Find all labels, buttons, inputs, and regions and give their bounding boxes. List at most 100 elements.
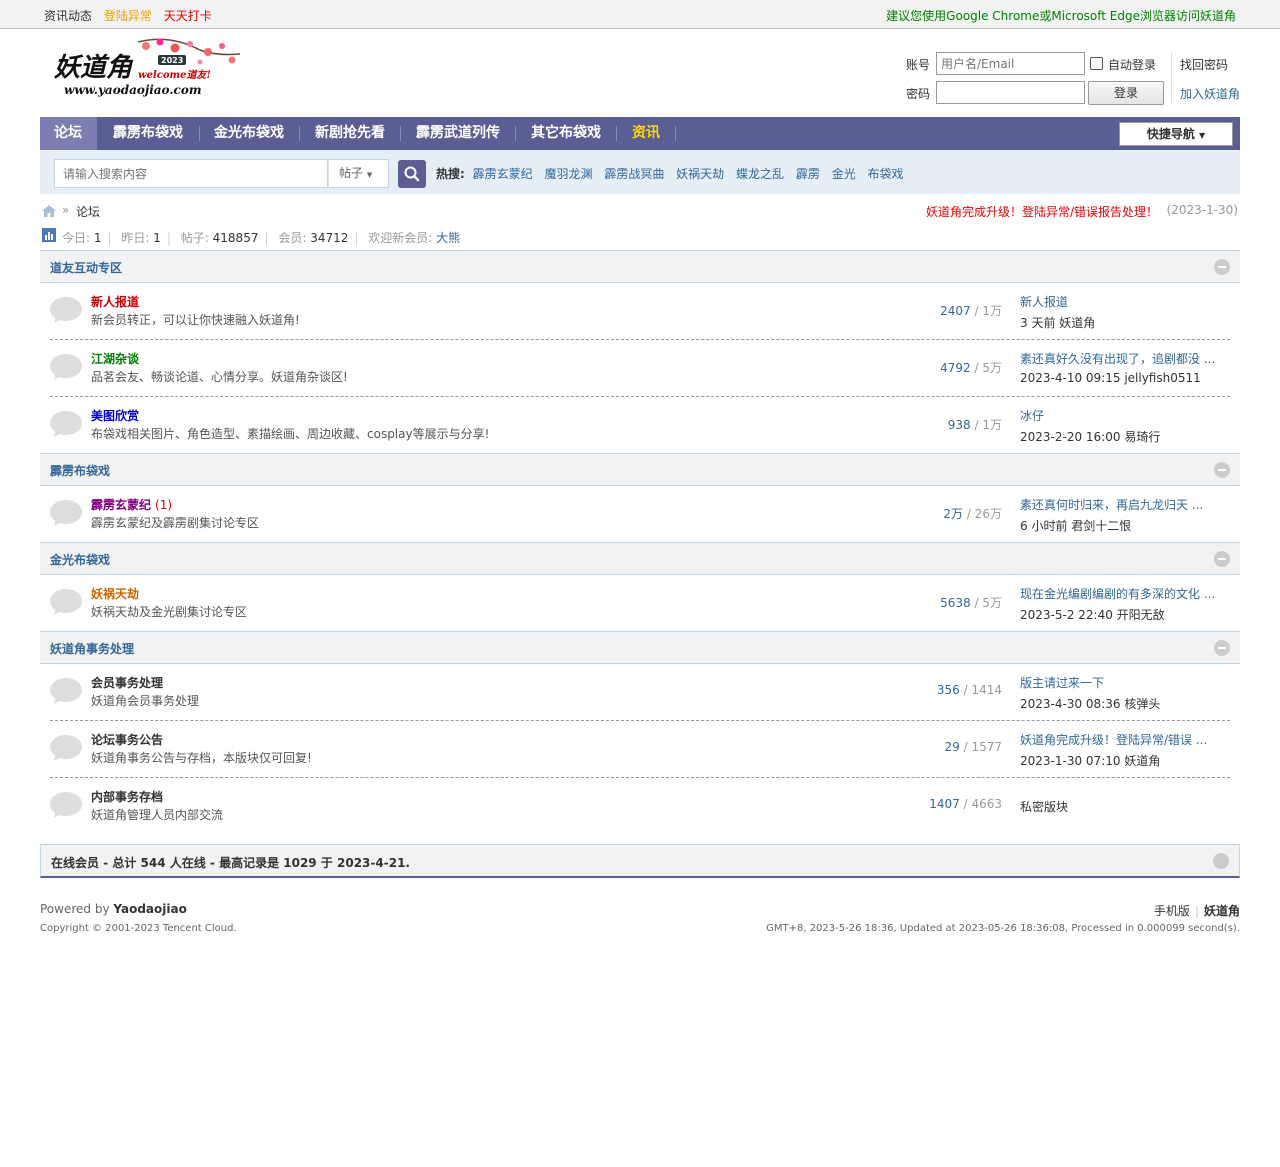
announcement-date: (2023-1-30) <box>1166 203 1238 217</box>
last-post-title[interactable]: 素还真何时归来，再启九龙归天 ... <box>1020 496 1230 513</box>
hot-link[interactable]: 布袋戏 <box>868 167 904 181</box>
last-post-meta[interactable]: 2023-2-20 16:00 易琦行 <box>1020 428 1230 445</box>
search-button[interactable] <box>398 160 426 188</box>
forum-name[interactable]: 新人报道 <box>91 293 139 310</box>
last-post-meta[interactable]: 2023-4-10 09:15 jellyfish0511 <box>1020 371 1230 385</box>
breadcrumb-current[interactable]: 论坛 <box>76 203 100 220</box>
mobile-link[interactable]: 手机版 <box>1154 904 1190 918</box>
password-input[interactable] <box>936 81 1085 104</box>
hot-link[interactable]: 霹雳 <box>796 167 820 181</box>
forum-bubble-icon <box>50 678 82 704</box>
nav-item-news[interactable]: 资讯 <box>618 117 674 150</box>
login-button[interactable]: 登录 <box>1088 81 1164 105</box>
private-forum-label: 私密版块 <box>1020 800 1069 814</box>
last-post-meta[interactable]: 2023-5-2 22:40 开阳无敌 <box>1020 606 1230 623</box>
forum-name[interactable]: 论坛事务公告 <box>91 731 163 748</box>
find-password-link[interactable]: 找回密码 <box>1180 56 1228 73</box>
collapse-icon[interactable] <box>1214 462 1230 478</box>
stats-chart-icon[interactable] <box>42 228 56 242</box>
top-link-news[interactable]: 资讯动态 <box>44 9 92 23</box>
search-input[interactable] <box>54 159 328 188</box>
collapse-icon[interactable] <box>1214 259 1230 275</box>
login-separator <box>1171 52 1172 102</box>
account-input[interactable] <box>936 52 1085 75</box>
post-count: 1万 <box>982 304 1002 318</box>
last-post-title[interactable]: 现在金光编剧编剧的有多深的文化 ... <box>1020 585 1230 602</box>
section-header-interaction: 道友互动专区 <box>40 250 1240 283</box>
auto-login-label[interactable]: 自动登录 <box>1108 56 1156 73</box>
forum-description: 妖道角事务公告与存档，本版块仅可回复! <box>91 751 312 765</box>
forum-counts: 4792 / 5万 <box>940 361 1002 375</box>
newest-member-link[interactable]: 大熊 <box>436 231 460 245</box>
hot-link[interactable]: 金光 <box>832 167 856 181</box>
nav-item-other[interactable]: 其它布袋戏 <box>517 117 615 150</box>
collapse-icon[interactable] <box>1214 640 1230 656</box>
nav-divider <box>675 126 676 141</box>
section-title[interactable]: 霹雳布袋戏 <box>50 462 110 479</box>
forum-description: 妖祸天劫及金光剧集讨论专区 <box>91 605 248 619</box>
forum-name[interactable]: 美图欣赏 <box>91 407 139 424</box>
nav-divider <box>616 126 617 141</box>
forum-description: 霹雳玄蒙纪及霹雳剧集讨论专区 <box>91 516 260 530</box>
forum-name[interactable]: 霹雳玄蒙纪 <box>91 498 151 512</box>
forum-name[interactable]: 江湖杂谈 <box>91 350 139 367</box>
forum-name[interactable]: 妖祸天劫 <box>91 585 139 602</box>
auto-login-checkbox[interactable] <box>1090 57 1103 70</box>
hot-link[interactable]: 妖祸天劫 <box>676 167 724 181</box>
last-post-title[interactable]: 妖道角完成升级！登陆异常/错误 ... <box>1020 731 1230 748</box>
forum-name[interactable]: 内部事务存档 <box>91 788 163 805</box>
quick-nav-button[interactable]: 快捷导航 ▼ <box>1119 122 1233 146</box>
join-link[interactable]: 加入妖道角 <box>1180 85 1240 102</box>
thread-count: 29 <box>944 740 960 754</box>
last-post-title[interactable]: 新人报道 <box>1020 293 1230 310</box>
forum-counts: 5638 / 5万 <box>940 596 1002 610</box>
last-post-title[interactable]: 冰仔 <box>1020 407 1230 424</box>
password-label: 密码 <box>906 87 931 101</box>
nav-item-jinguang[interactable]: 金光布袋戏 <box>200 117 298 150</box>
last-post: 新人报道 3 天前 妖道角 <box>1020 293 1230 331</box>
search-icon <box>404 166 420 182</box>
hot-link[interactable]: 魔羽龙渊 <box>544 167 592 181</box>
post-count: 1414 <box>971 683 1002 697</box>
site-logo[interactable]: 妖道角 2023 welcome道友! www.yaodaojiao.com <box>50 36 245 106</box>
top-link-checkin[interactable]: 天天打卡 <box>164 9 212 23</box>
collapse-icon[interactable] <box>1214 551 1230 567</box>
nav-item-wudao[interactable]: 霹雳武道列传 <box>402 117 514 150</box>
search-type-select[interactable]: 帖子 ▼ <box>328 159 389 188</box>
last-post-meta[interactable]: 2023-1-30 07:10 妖道角 <box>1020 752 1230 769</box>
nav-item-pili[interactable]: 霹雳布袋戏 <box>99 117 197 150</box>
site-link[interactable]: 妖道角 <box>1204 904 1240 918</box>
expand-icon[interactable] <box>1213 853 1229 869</box>
login-form: 账号 自动登录 密码 登录 找回密码 加入妖道角 <box>906 52 1246 108</box>
last-post-meta[interactable]: 3 天前 妖道角 <box>1020 314 1230 331</box>
nav-item-forum[interactable]: 论坛 <box>40 117 97 150</box>
top-link-login-issue[interactable]: 登陆异常 <box>104 9 152 23</box>
forum-row: 会员事务处理 妖道角会员事务处理 356 / 1414 版主请过来一下 2023… <box>40 664 1240 721</box>
online-members-bar: 在线会员 - 总计 544 人在线 - 最高记录是 1029 于 2023-4-… <box>40 844 1240 878</box>
powered-link[interactable]: Yaodaojiao <box>113 902 186 916</box>
section-title[interactable]: 金光布袋戏 <box>50 551 110 568</box>
plum-blossom-icon <box>137 38 241 65</box>
hot-link[interactable]: 蝶龙之乱 <box>736 167 784 181</box>
server-time: GMT+8, 2023-5-26 18:36, Updated at 2023-… <box>766 923 1240 934</box>
thread-count: 1407 <box>929 797 960 811</box>
last-post-title[interactable]: 版主请过来一下 <box>1020 674 1230 691</box>
forum-name[interactable]: 会员事务处理 <box>91 674 163 691</box>
last-post-meta[interactable]: 6 小时前 君剑十二恨 <box>1020 517 1230 534</box>
logo-slogan: welcome道友! <box>138 69 211 81</box>
browser-notice[interactable]: 建议您使用Google Chrome或Microsoft Edge浏览器访问妖道… <box>886 7 1236 24</box>
stat-today: 1 <box>93 231 102 245</box>
nav-item-new-episodes[interactable]: 新剧抢先看 <box>301 117 399 150</box>
online-members-text[interactable]: 在线会员 - 总计 544 人在线 - 最高记录是 1029 于 2023-4-… <box>51 854 410 871</box>
last-post-meta[interactable]: 2023-4-30 08:36 核弹头 <box>1020 695 1230 712</box>
announcement-link[interactable]: 妖道角完成升级！登陆异常/错误报告处理！ <box>926 203 1158 220</box>
section-title[interactable]: 妖道角事务处理 <box>50 640 134 657</box>
last-post-title[interactable]: 素还真好久没有出现了，追剧都没 ... <box>1020 350 1230 367</box>
forum-bubble-icon <box>50 735 82 761</box>
home-icon[interactable] <box>42 205 56 217</box>
hot-link[interactable]: 霹雳战冥曲 <box>604 167 664 181</box>
forum-description: 妖道角管理人员内部交流 <box>91 808 224 822</box>
thread-count: 938 <box>947 418 971 432</box>
hot-link[interactable]: 霹雳玄蒙纪 <box>473 167 533 181</box>
section-title[interactable]: 道友互动专区 <box>50 259 122 276</box>
